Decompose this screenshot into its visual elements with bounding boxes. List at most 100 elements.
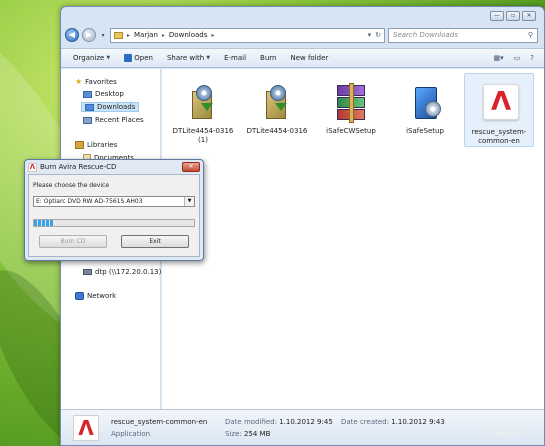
preview-pane-icon[interactable]: ▭ [514, 54, 521, 62]
file-name: iSafeCWSetup [326, 127, 376, 135]
breadcrumb-separator-icon[interactable]: ▸ [211, 32, 214, 39]
file-name: DTLite4454-0316 [246, 127, 308, 135]
burn-label: Burn [260, 54, 277, 62]
maximize-button[interactable]: ▫ [506, 11, 520, 21]
address-dropdown-icon[interactable]: ▾ [368, 31, 372, 39]
forward-button[interactable]: ▶ [82, 28, 96, 42]
address-controls: ▾ ↻ [368, 31, 384, 39]
recent-places-icon [83, 116, 92, 124]
chevron-down-icon: ▼ [106, 55, 111, 61]
dialog-title: Burn Avira Rescue-CD [40, 163, 117, 171]
burn-progress-fill [34, 220, 54, 226]
burn-cd-button[interactable]: Burn CD [39, 235, 107, 248]
installer-package-icon [183, 79, 223, 123]
file-name: iSafeSetup [406, 127, 444, 135]
avira-icon: Λ [28, 162, 37, 172]
avira-icon: Λ [73, 415, 99, 441]
folder-icon [114, 31, 123, 39]
open-icon [124, 54, 133, 62]
navigation-row: ◀ ▶ ▾ ▸ Marjan ▸ Downloads ▸ ▾ ↻ Search … [65, 26, 538, 44]
nav-network-drive[interactable]: dtp (\\172.20.0.13) (G [83, 268, 172, 276]
device-select[interactable]: E: Optiarc DVD RW AD-7561S AH03 ▼ [33, 196, 195, 207]
address-bar[interactable]: ▸ Marjan ▸ Downloads ▸ ▾ ↻ [110, 27, 385, 43]
email-label: E-mail [224, 54, 247, 62]
libraries-icon [75, 141, 84, 149]
date-modified-value: 1.10.2012 9:45 [279, 418, 333, 426]
breadcrumb-separator-icon[interactable]: ▸ [162, 32, 165, 39]
desktop-icon [83, 90, 92, 98]
details-date-modified: Date modified: 1.10.2012 9:45 [225, 418, 333, 426]
breadcrumb-item-downloads[interactable]: Downloads [169, 31, 207, 39]
installer-package-icon [257, 79, 297, 123]
breadcrumb-item-marjan[interactable]: Marjan [134, 31, 158, 39]
nav-libraries[interactable]: Libraries [75, 141, 117, 149]
file-name: rescue_system-common-en [471, 128, 527, 145]
burn-rescue-cd-dialog: Λ Burn Avira Rescue-CD ✕ Please choose t… [24, 159, 204, 261]
dialog-close-button[interactable]: ✕ [182, 162, 200, 172]
breadcrumb-separator-icon[interactable]: ▸ [127, 32, 130, 39]
file-list: DTLite4454-0316 (1) DTLite4454-0316 iSaf… [162, 69, 544, 409]
close-button[interactable]: ✕ [522, 11, 536, 21]
details-file-name: rescue_system-common-en [111, 418, 208, 426]
date-modified-label: Date modified: [225, 418, 277, 426]
nav-desktop[interactable]: Desktop [83, 90, 124, 98]
share-with-button[interactable]: Share with ▼ [167, 54, 210, 62]
dialog-titlebar[interactable]: Λ Burn Avira Rescue-CD ✕ [25, 160, 203, 174]
new-folder-button[interactable]: New folder [290, 54, 328, 62]
nav-downloads[interactable]: Downloads [81, 102, 140, 112]
search-placeholder: Search Downloads [393, 31, 458, 39]
avira-icon: Λ [479, 80, 519, 124]
downloads-folder-icon [85, 103, 94, 111]
device-select-value: E: Optiarc DVD RW AD-7561S AH03 [36, 198, 143, 205]
size-value: 254 MB [243, 430, 271, 438]
file-item-dtlite-1[interactable]: DTLite4454-0316 (1) [168, 73, 238, 145]
file-item-isafecwsetup[interactable]: iSafeCWSetup [316, 73, 386, 136]
nav-libraries-label: Libraries [87, 141, 118, 149]
device-prompt: Please choose the device [33, 182, 110, 189]
network-icon [75, 292, 84, 300]
organize-button[interactable]: Organize ▼ [73, 54, 110, 62]
recent-pages-dropdown[interactable]: ▾ [99, 32, 107, 39]
help-icon[interactable]: ? [530, 54, 534, 62]
taskbar-item-label[interactable]: Salomon-E... [490, 430, 528, 437]
nav-network-drive-label: dtp (\\172.20.0.13) (G [95, 268, 172, 276]
new-folder-label: New folder [290, 54, 329, 62]
nav-network[interactable]: Network [75, 292, 116, 300]
view-controls: ▦▾ ▭ ? [494, 54, 544, 62]
share-with-label: Share with [166, 54, 205, 62]
nav-recent-places[interactable]: Recent Places [83, 116, 144, 124]
file-item-dtlite-2[interactable]: DTLite4454-0316 [242, 73, 312, 136]
date-created-label: Date created: [341, 418, 389, 426]
organize-label: Organize [73, 54, 105, 62]
nav-favorites[interactable]: ★ Favorites [75, 77, 117, 86]
email-button[interactable]: E-mail [224, 54, 246, 62]
file-item-isafesetup[interactable]: iSafeSetup [390, 73, 460, 136]
change-view-icon[interactable]: ▦▾ [494, 54, 504, 62]
setup-box-icon [405, 79, 445, 123]
refresh-icon[interactable]: ↻ [375, 31, 381, 39]
caption-buttons: — ▫ ✕ [490, 11, 536, 21]
chevron-down-icon[interactable]: ▼ [184, 197, 194, 206]
nav-downloads-label: Downloads [97, 103, 136, 111]
open-button[interactable]: Open [124, 54, 153, 62]
burn-button[interactable]: Burn [260, 54, 276, 62]
search-input[interactable]: Search Downloads ⚲ [388, 27, 538, 43]
back-button[interactable]: ◀ [65, 28, 79, 42]
dialog-body: Please choose the device E: Optiarc DVD … [28, 174, 200, 257]
chevron-down-icon: ▼ [206, 55, 211, 61]
date-created-value: 1.10.2012 9:43 [391, 418, 445, 426]
search-icon[interactable]: ⚲ [528, 31, 533, 39]
exit-button[interactable]: Exit [121, 235, 189, 248]
burn-progress-bar [33, 219, 195, 227]
command-bar: Organize ▼ Open Share with ▼ E-mail Burn… [61, 48, 544, 68]
minimize-button[interactable]: — [490, 11, 504, 21]
details-file-type: Application [111, 430, 151, 438]
file-item-rescue-system[interactable]: Λ rescue_system-common-en [464, 73, 534, 147]
nav-network-label: Network [87, 292, 117, 300]
details-date-created: Date created: 1.10.2012 9:43 [341, 418, 445, 426]
open-label: Open [134, 54, 153, 62]
details-pane: Λ rescue_system-common-en Application Da… [61, 409, 544, 445]
network-drive-icon [83, 269, 92, 275]
winrar-archive-icon [331, 79, 371, 123]
nav-recent-places-label: Recent Places [95, 116, 144, 124]
